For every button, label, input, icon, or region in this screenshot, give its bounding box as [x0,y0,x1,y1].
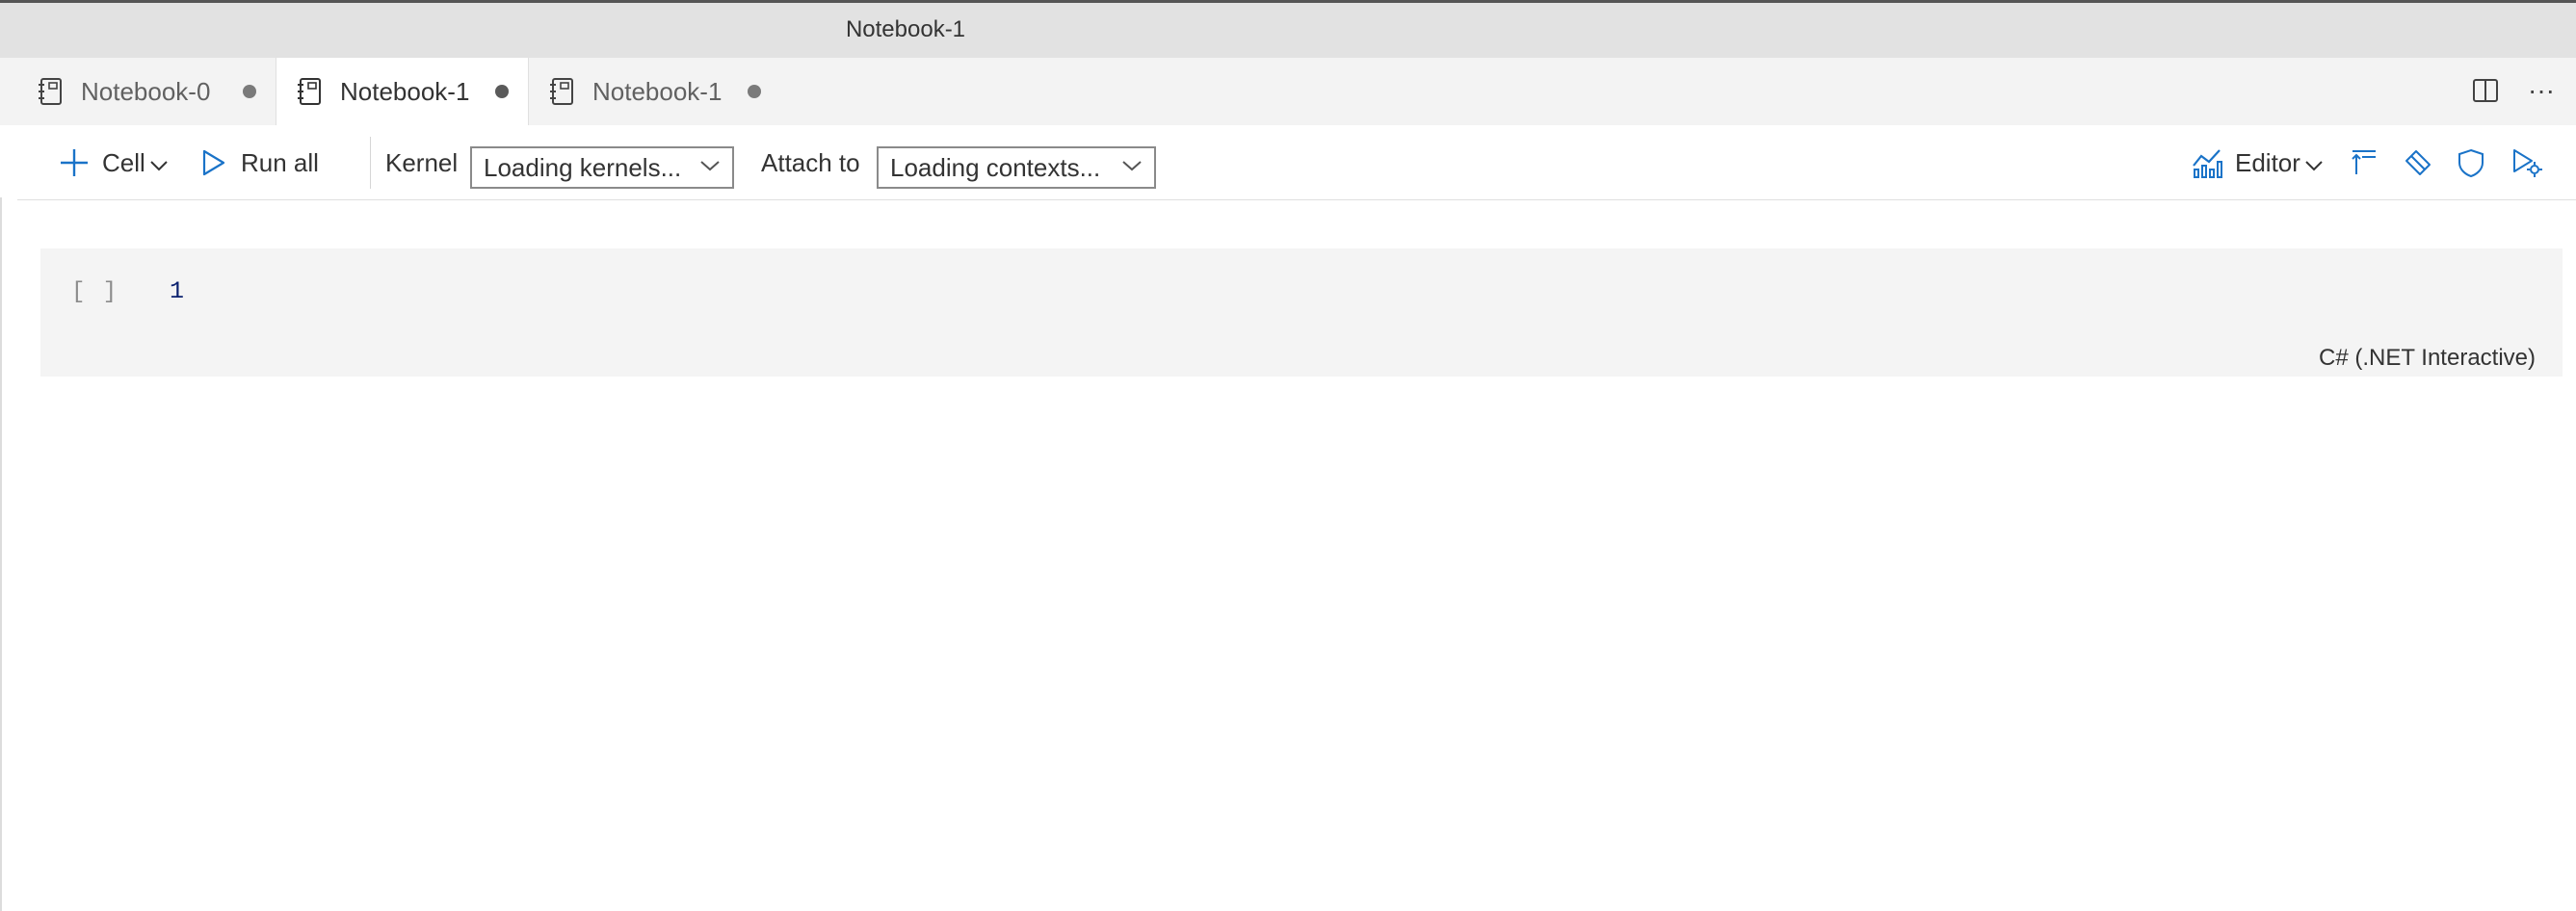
editor-left-edge [0,197,2,911]
cell-language-label[interactable]: C# (.NET Interactive) [2319,345,2536,372]
run-with-parameters-icon[interactable] [2510,125,2543,200]
view-mode-button[interactable]: Editor [2191,125,2324,200]
kernel-select[interactable]: Loading kernels... [470,146,734,189]
chevron-down-icon [2305,161,2323,171]
editor-tab-bar: Notebook-0 Notebook-1 Notebook-1 ··· [0,58,2576,125]
tab-label: Notebook-1 [592,76,723,106]
chevron-down-icon [1122,161,1142,171]
toolbar-divider [370,137,371,189]
trust-shield-icon[interactable] [2457,125,2485,200]
run-all-button[interactable]: Run all [200,125,319,200]
notebook-icon [298,78,321,105]
kernel-label: Kernel [385,147,459,177]
notebook-icon [39,78,62,105]
tab-notebook-1-second[interactable]: Notebook-1 [528,58,780,125]
unsaved-dot-icon[interactable] [243,85,256,98]
code-cell[interactable]: [ ] 1 C# (.NET Interactive) [40,248,2563,377]
unsaved-dot-icon[interactable] [748,85,761,98]
tab-label: Notebook-1 [340,76,470,106]
view-mode-label: Editor [2235,147,2300,177]
tabbar-actions: ··· [2470,75,2557,106]
notebook-toolbar: Cell Run all Kernel Loading kernels... A… [17,125,2576,200]
tab-notebook-1[interactable]: Notebook-1 [276,58,528,125]
execution-count: [ ] [71,279,119,305]
chevron-down-icon [700,161,720,171]
play-icon [202,149,225,176]
add-cell-label: Cell [102,147,145,177]
unsaved-dot-icon[interactable] [495,85,509,98]
kernel-select-value: Loading kernels... [484,152,682,182]
split-editor-icon[interactable] [2470,75,2501,106]
chevron-down-icon [150,161,168,171]
chart-icon [2193,149,2222,178]
attach-to-label: Attach to [761,147,860,177]
window-title: Notebook-1 [845,16,966,42]
tab-notebook-0[interactable]: Notebook-0 [17,58,276,125]
plus-icon [61,149,88,176]
attach-to-select[interactable]: Loading contexts... [877,146,1156,189]
line-number: 1 [170,277,185,305]
tab-label: Notebook-0 [81,76,211,106]
more-actions-icon[interactable]: ··· [2526,75,2557,106]
run-all-label: Run all [241,147,319,177]
attach-to-select-value: Loading contexts... [890,152,1101,182]
add-cell-button[interactable]: Cell [58,125,169,200]
window-titlebar: Notebook-1 [0,0,2576,58]
notebook-icon [550,78,573,105]
collapse-cells-icon[interactable] [2349,125,2379,200]
clear-outputs-icon[interactable] [2403,125,2433,200]
